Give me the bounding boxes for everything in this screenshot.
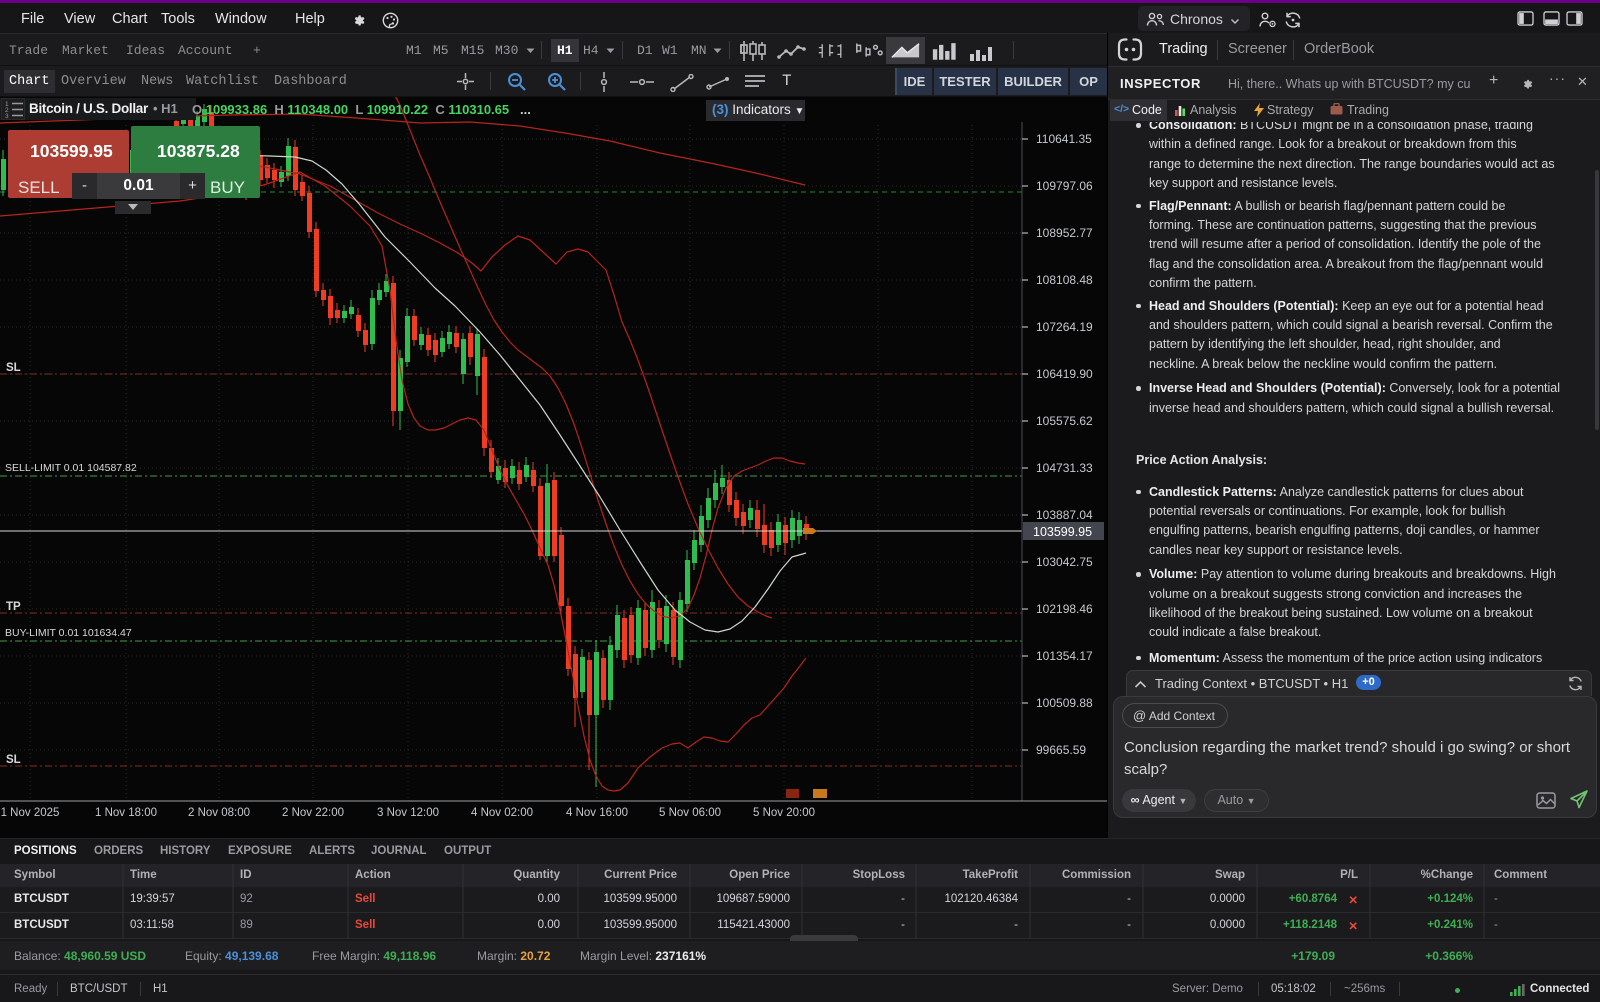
svg-text:102198.46: 102198.46: [1036, 602, 1093, 616]
svg-text:1 Nov 18:00: 1 Nov 18:00: [95, 807, 157, 819]
svg-text:5 Nov 20:00: 5 Nov 20:00: [753, 807, 815, 819]
svg-text:110641.35: 110641.35: [1036, 132, 1092, 146]
svg-text:SELL-LIMIT 0.01 104587.82: SELL-LIMIT 0.01 104587.82: [5, 462, 137, 474]
svg-text:BUY-LIMIT 0.01 101634.47: BUY-LIMIT 0.01 101634.47: [5, 627, 132, 639]
svg-text:3 Nov 12:00: 3 Nov 12:00: [377, 807, 439, 819]
svg-text:1 Nov 2025: 1 Nov 2025: [1, 807, 60, 819]
svg-text:103599.95: 103599.95: [1033, 525, 1092, 539]
svg-text:TP: TP: [6, 601, 21, 613]
svg-text:101354.17: 101354.17: [1036, 649, 1093, 663]
svg-text:SL: SL: [6, 362, 21, 374]
svg-text:104731.33: 104731.33: [1036, 461, 1093, 475]
svg-text:103887.04: 103887.04: [1036, 508, 1093, 522]
svg-text:4 Nov 02:00: 4 Nov 02:00: [471, 807, 533, 819]
svg-text:3: 3: [5, 113, 9, 118]
svg-text:99665.59: 99665.59: [1036, 743, 1086, 757]
svg-text:5 Nov 06:00: 5 Nov 06:00: [659, 807, 721, 819]
svg-text:100509.88: 100509.88: [1036, 696, 1093, 710]
svg-text:107264.19: 107264.19: [1036, 320, 1093, 334]
svg-text:106419.90: 106419.90: [1036, 367, 1093, 381]
svg-text:105575.62: 105575.62: [1036, 414, 1093, 428]
svg-text:103042.75: 103042.75: [1036, 555, 1093, 569]
svg-text:SL: SL: [6, 754, 21, 766]
svg-text:109797.06: 109797.06: [1036, 179, 1093, 193]
svg-text:2 Nov 22:00: 2 Nov 22:00: [282, 807, 344, 819]
svg-text:108108.48: 108108.48: [1036, 273, 1093, 287]
svg-text:4 Nov 16:00: 4 Nov 16:00: [566, 807, 628, 819]
svg-text:108952.77: 108952.77: [1036, 226, 1093, 240]
svg-text:2 Nov 08:00: 2 Nov 08:00: [188, 807, 250, 819]
